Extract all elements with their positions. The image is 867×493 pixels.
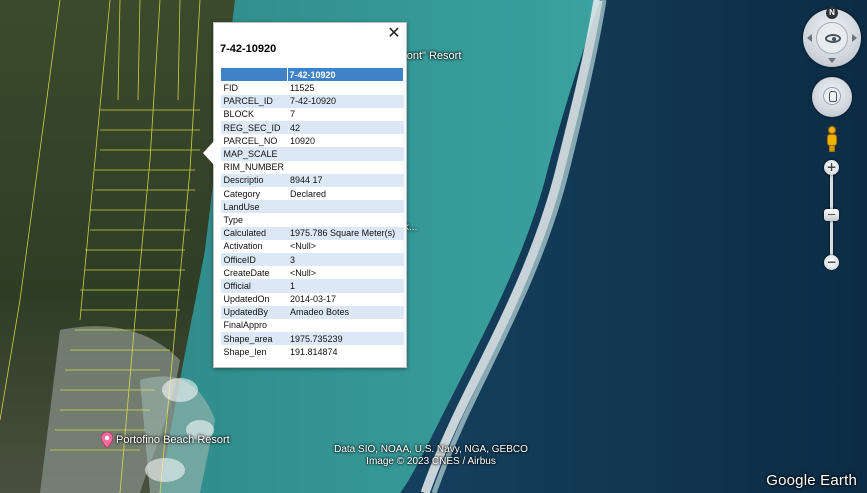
attribute-rows: FID 11525 PARCEL_ID 7-42-10920 BLOCK 7 REG_SEC… [220,81,404,359]
table-row: REG_SEC_ID 42 [220,121,404,135]
compass-icon[interactable]: N [803,7,861,67]
table-row: BLOCK 7 [220,107,404,122]
look-down-arrow-icon[interactable] [828,58,836,63]
attribute-value: 3 [287,252,404,267]
attribute-key: CreateDate [220,266,288,280]
attribute-table: 7-42-10920 FID 11525 PARCEL_ID 7-42-10920 BL… [220,67,405,359]
attribute-key: PARCEL_NO [220,134,288,148]
attribute-key: OfficeID [220,252,288,267]
resort-label[interactable]: front" Resort [400,50,461,62]
attribute-key: REG_SEC_ID [220,121,288,135]
table-header-blank [220,67,288,82]
pan-control[interactable] [812,77,852,117]
table-row: UpdatedBy Amadeo Botes [220,305,404,319]
attribute-value: 2014-03-17 [287,292,404,306]
table-row: MAP_SCALE [220,147,404,161]
zoom-out-button[interactable]: − [824,255,839,270]
attribute-value: 191.814874 [287,345,404,359]
attribute-value [287,318,404,333]
attribute-value: <Null> [287,266,404,280]
look-left-arrow-icon[interactable] [807,34,812,42]
table-row: LandUse [220,200,404,214]
poi-label: Portofino Beach Resort [116,434,230,446]
attribute-value [287,160,404,174]
pan-hand-icon [823,87,841,105]
attribution-data: Data SIO, NOAA, U.S. Navy, NGA, GEBCO [334,444,528,455]
attribute-value: Amadeo Botes [287,305,404,319]
attribute-key: FinalAppro [220,318,288,333]
attribute-value: 11525 [287,81,404,95]
look-right-arrow-icon[interactable] [852,34,857,42]
feature-info-balloon: ✕ 7-42-10920 7-42-10920 FID 11525 PARCEL_I… [203,22,407,368]
attribute-key: BLOCK [220,107,288,122]
balloon-tail [203,141,214,165]
north-indicator[interactable]: N [826,7,838,19]
attribute-value: <Null> [287,239,404,253]
attribute-value [287,200,404,214]
satellite-map[interactable]: front" Resort k... Portofino Beach Resor… [0,0,867,493]
map-imagery [0,0,867,493]
table-row: UpdatedOn 2014-03-17 [220,292,404,306]
table-row: Type [220,213,404,227]
attribute-key: UpdatedBy [220,305,288,319]
attribute-value: 1975.735239 [287,332,404,346]
attribute-key: Type [220,213,288,227]
attribute-key: Calculated [220,226,288,240]
google-earth-logo: Google Earth [766,472,857,489]
poi-portofino[interactable]: Portofino Beach Resort [101,432,230,448]
attribute-key: LandUse [220,200,288,214]
attribute-value: 7 [287,107,404,122]
table-row: RIM_NUMBER [220,160,404,174]
table-row: CreateDate <Null> [220,266,404,280]
table-row: FinalAppro [220,318,404,333]
table-row: Shape_len 191.814874 [220,345,404,359]
attribute-key: Activation [220,239,288,253]
attribute-key: Shape_area [220,332,288,346]
table-row: OfficeID 3 [220,252,404,267]
map-pin-icon[interactable] [101,432,113,448]
attribute-key: Category [220,187,288,201]
attribute-value [287,213,404,227]
table-row: PARCEL_ID 7-42-10920 [220,94,404,108]
table-row: FID 11525 [220,81,404,95]
table-row: Shape_area 1975.735239 [220,332,404,346]
zoom-slider-thumb[interactable] [824,209,839,221]
table-row: Official 1 [220,279,404,293]
table-row: Descriptio 8944 17 [220,173,404,187]
table-row: PARCEL_NO 10920 [220,134,404,148]
close-icon[interactable]: ✕ [386,24,402,42]
pegman-icon[interactable] [825,126,839,152]
table-row: Activation <Null> [220,239,404,253]
attribute-value: Declared [287,187,404,201]
table-header-value: 7-42-10920 [286,67,405,82]
zoom-in-button[interactable]: + [824,160,839,175]
attribute-value: 8944 17 [287,173,404,187]
table-row: Category Declared [220,187,404,201]
attribute-key: Descriptio [220,173,288,187]
map-attribution: Data SIO, NOAA, U.S. Navy, NGA, GEBCO Im… [300,444,562,468]
attribute-value [287,147,404,161]
attribute-value: 7-42-10920 [287,94,404,108]
look-joystick[interactable] [816,22,848,54]
attribute-key: RIM_NUMBER [220,160,288,174]
attribute-key: MAP_SCALE [220,147,288,161]
attribute-key: Shape_len [220,345,288,359]
attribute-key: Official [220,279,288,293]
table-row: Calculated 1975.786 Square Meter(s) [220,226,404,240]
attribution-imagery: Image © 2023 CNES / Airbus [366,456,496,467]
attribute-key: PARCEL_ID [220,94,288,108]
attribute-key: UpdatedOn [220,292,288,306]
balloon-title: 7-42-10920 [220,43,277,55]
attribute-key: FID [220,81,288,95]
look-eye-icon [825,34,841,43]
attribute-value: 10920 [287,134,404,148]
attribute-value: 1 [287,279,404,293]
attribute-value: 42 [287,121,404,135]
attribute-value: 1975.786 Square Meter(s) [287,226,404,240]
